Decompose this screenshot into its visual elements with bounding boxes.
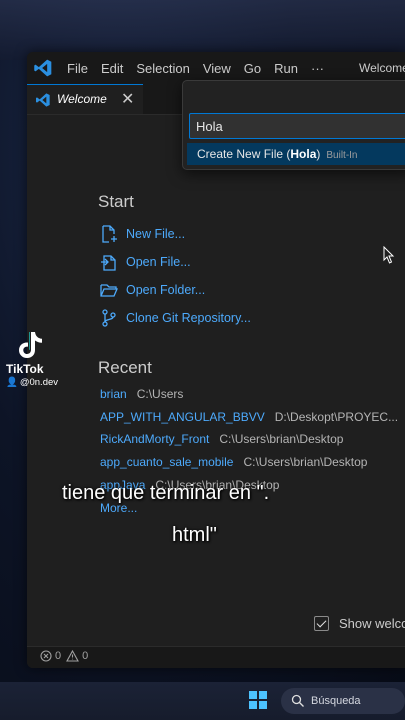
- new-file-link[interactable]: New File...: [126, 227, 185, 241]
- video-caption-line1: tiene que terminar en ".: [62, 482, 270, 504]
- taskbar-search-label: Búsqueda: [311, 695, 361, 707]
- new-file-icon: [102, 225, 117, 243]
- start-heading: Start: [98, 192, 134, 211]
- recent-item[interactable]: RickAndMorty_Front C:\Users\brian\Desktop: [100, 432, 343, 450]
- problems-status[interactable]: 0 0: [40, 650, 88, 662]
- recent-item-name[interactable]: APP_WITH_ANGULAR_BBVV: [100, 410, 265, 424]
- recent-item-name[interactable]: brian: [100, 387, 127, 401]
- mouse-cursor-icon: [383, 246, 395, 264]
- windows-start-icon[interactable]: [249, 691, 267, 709]
- vscode-window: File Edit Selection View Go Run ··· Welc…: [27, 52, 405, 668]
- recent-heading: Recent: [98, 358, 152, 377]
- tiktok-logo-icon: [19, 332, 42, 358]
- clone-git-link[interactable]: Clone Git Repository...: [126, 311, 251, 325]
- vscode-tab-icon: [36, 93, 50, 107]
- menu-go[interactable]: Go: [244, 61, 261, 76]
- recent-item[interactable]: APP_WITH_ANGULAR_BBVV D:\Deskopt\PROYEC..…: [100, 410, 398, 428]
- tiktok-handle-text: @0n.dev: [19, 377, 59, 388]
- close-icon[interactable]: ✕: [121, 89, 134, 109]
- git-branch-icon: [102, 309, 116, 327]
- status-bar: 0 0: [27, 646, 405, 668]
- quick-pick-option-create-file[interactable]: Create New File (Hola) Built-In: [187, 143, 405, 165]
- open-file-icon: [101, 255, 116, 271]
- tab-welcome-label: Welcome: [57, 92, 107, 106]
- menu-selection[interactable]: Selection: [136, 61, 189, 76]
- menu-more[interactable]: ···: [311, 61, 324, 76]
- vscode-logo-icon[interactable]: [33, 58, 53, 78]
- tiktok-brand-text: TikTok: [6, 362, 44, 376]
- search-icon: [291, 694, 304, 707]
- option-bold: Hola: [290, 147, 317, 161]
- error-count: 0: [55, 650, 62, 662]
- open-folder-link[interactable]: Open Folder...: [126, 283, 205, 297]
- start-action-open-file[interactable]: Open File...: [99, 251, 191, 273]
- menu-edit[interactable]: Edit: [101, 61, 123, 76]
- open-folder-icon: [100, 284, 118, 297]
- open-file-link[interactable]: Open File...: [126, 255, 191, 269]
- user-icon: 👤: [6, 377, 18, 388]
- video-caption-line2: html": [172, 524, 217, 546]
- recent-item-path: D:\Deskopt\PROYEC...: [274, 410, 399, 424]
- warning-icon: [66, 650, 80, 662]
- option-suffix: ): [316, 147, 321, 161]
- warning-count: 0: [82, 650, 89, 662]
- recent-item-path: C:\Users: [136, 387, 184, 401]
- recent-item-path: C:\Users\brian\Desktop: [243, 455, 368, 469]
- quick-pick-panel: Hola Create New File (Hola) Built-In: [182, 80, 405, 170]
- tab-welcome[interactable]: Welcome ✕: [27, 84, 143, 115]
- recent-item-name[interactable]: RickAndMorty_Front: [100, 432, 209, 446]
- desktop-wallpaper: [0, 0, 405, 60]
- option-tag: Built-In: [326, 150, 358, 161]
- menu-file[interactable]: File: [67, 61, 88, 76]
- option-prefix: Create New File (: [197, 147, 291, 161]
- menu-view[interactable]: View: [203, 61, 231, 76]
- taskbar-search[interactable]: Búsqueda: [281, 688, 405, 714]
- start-action-clone-git[interactable]: Clone Git Repository...: [99, 307, 251, 329]
- show-welcome-checkbox[interactable]: [314, 616, 329, 631]
- recent-item[interactable]: brian C:\Users: [100, 387, 183, 405]
- start-action-open-folder[interactable]: Open Folder...: [99, 279, 205, 301]
- menu-run[interactable]: Run: [274, 61, 298, 76]
- start-action-new-file[interactable]: New File...: [99, 223, 185, 245]
- tiktok-handle: 👤 @0n.dev: [6, 377, 58, 388]
- show-welcome-toggle[interactable]: Show welco: [314, 616, 405, 631]
- recent-item-path: C:\Users\brian\Desktop: [219, 432, 344, 446]
- recent-item-name[interactable]: app_cuanto_sale_mobile: [100, 455, 233, 469]
- error-icon: [40, 650, 52, 662]
- recent-item[interactable]: app_cuanto_sale_mobile C:\Users\brian\Des…: [100, 455, 367, 473]
- quick-pick-input[interactable]: Hola: [189, 113, 405, 139]
- show-welcome-label: Show welco: [339, 616, 405, 631]
- windows-taskbar: Búsqueda: [0, 682, 405, 720]
- window-title: Welcome: [359, 61, 405, 75]
